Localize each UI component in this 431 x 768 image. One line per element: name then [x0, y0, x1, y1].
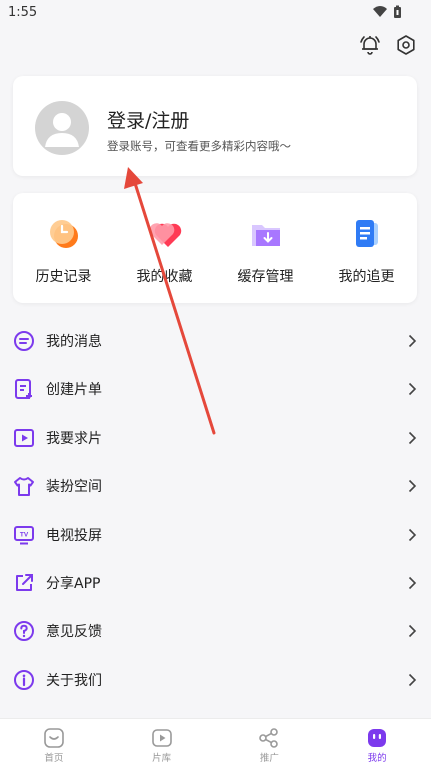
chevron-right-icon — [408, 431, 417, 444]
promote-share-icon — [259, 728, 279, 748]
menu-item-label: 关于我们 — [46, 672, 102, 689]
menu-item-label: 分享APP — [46, 575, 101, 592]
settings-gear-icon[interactable] — [395, 34, 417, 56]
menu-item-label: 装扮空间 — [46, 479, 102, 496]
chevron-right-icon — [408, 576, 417, 590]
library-icon — [151, 729, 172, 747]
cache-folder-icon — [251, 225, 280, 246]
menu-item-label: 我要求片 — [46, 430, 102, 447]
menu-item-feedback[interactable]: 意见反馈 — [0, 607, 431, 655]
chevron-right-icon — [408, 528, 417, 541]
quick-actions-card: 历史记录 我的收藏 缓存管理 我的追更 — [13, 193, 417, 303]
profile-icon — [368, 729, 387, 747]
quick-action-label: 缓存管理 — [237, 269, 294, 285]
menu-item-dress-up[interactable]: 装扮空间 — [0, 462, 431, 510]
tab-home[interactable]: 首页 — [0, 719, 108, 768]
chevron-right-icon — [408, 480, 417, 493]
tab-profile[interactable]: 我的 — [323, 719, 431, 768]
menu-item-messages[interactable]: 我的消息 — [0, 317, 431, 365]
user-avatar-icon — [45, 113, 79, 147]
status-time: 1:55 — [8, 5, 38, 20]
quick-action-favorites[interactable]: 我的收藏 — [114, 193, 215, 303]
quick-action-cache[interactable]: 缓存管理 — [215, 193, 316, 303]
request-video-icon — [14, 428, 34, 447]
settings-menu-list: 我的消息 创建片单 我要求片 装扮空间 TV 电视投屏 分享APP 意见反馈 关… — [0, 317, 431, 704]
home-icon — [44, 728, 64, 748]
menu-item-request-video[interactable]: 我要求片 — [0, 414, 431, 462]
menu-item-about-us[interactable]: 关于我们 — [0, 656, 431, 704]
share-icon — [16, 573, 33, 591]
status-bar: 1:55 — [0, 0, 431, 24]
chevron-right-icon — [408, 334, 417, 348]
quick-action-label: 我的收藏 — [136, 269, 193, 285]
login-subtitle: 登录账号，可查看更多精彩内容哦～ — [107, 139, 291, 153]
login-register-title[interactable]: 登录/注册 — [107, 106, 189, 133]
dress-up-icon — [14, 477, 34, 497]
wifi-battery-icon — [373, 5, 401, 18]
menu-item-create-list[interactable]: 创建片单 — [0, 365, 431, 413]
tab-label: 推广 — [259, 753, 279, 764]
quick-action-label: 历史记录 — [35, 269, 92, 285]
svg-text:TV: TV — [20, 531, 29, 538]
quick-action-follow[interactable]: 我的追更 — [316, 193, 417, 303]
history-icon — [49, 220, 78, 248]
tab-label: 我的 — [367, 753, 387, 764]
menu-item-tv-cast[interactable]: TV 电视投屏 — [0, 511, 431, 559]
chevron-right-icon — [408, 625, 417, 638]
quick-action-label: 我的追更 — [338, 269, 395, 285]
tab-label: 片库 — [152, 753, 172, 764]
menu-item-label: 电视投屏 — [46, 527, 102, 544]
login-card[interactable]: 登录/注册 登录账号，可查看更多精彩内容哦～ — [13, 76, 417, 176]
chevron-right-icon — [408, 383, 417, 396]
follow-updates-icon — [355, 220, 378, 247]
tab-library[interactable]: 片库 — [108, 719, 216, 768]
tv-cast-icon: TV — [14, 525, 34, 545]
chevron-right-icon — [408, 673, 417, 686]
menu-item-label: 我的消息 — [46, 334, 102, 350]
notification-bell-icon[interactable] — [359, 34, 381, 56]
message-icon — [14, 331, 34, 351]
create-list-icon — [15, 379, 32, 400]
info-icon — [14, 669, 34, 690]
feedback-icon — [14, 621, 34, 642]
menu-item-share-app[interactable]: 分享APP — [0, 559, 431, 607]
menu-item-label: 意见反馈 — [46, 624, 102, 641]
tab-promote[interactable]: 推广 — [216, 719, 324, 768]
avatar-placeholder[interactable] — [35, 101, 89, 155]
menu-item-label: 创建片单 — [46, 382, 102, 399]
quick-action-history[interactable]: 历史记录 — [13, 193, 114, 303]
bottom-tab-bar: 首页 片库 推广 我的 — [0, 718, 431, 768]
favorites-icon — [149, 223, 181, 247]
tab-label: 首页 — [44, 753, 64, 764]
